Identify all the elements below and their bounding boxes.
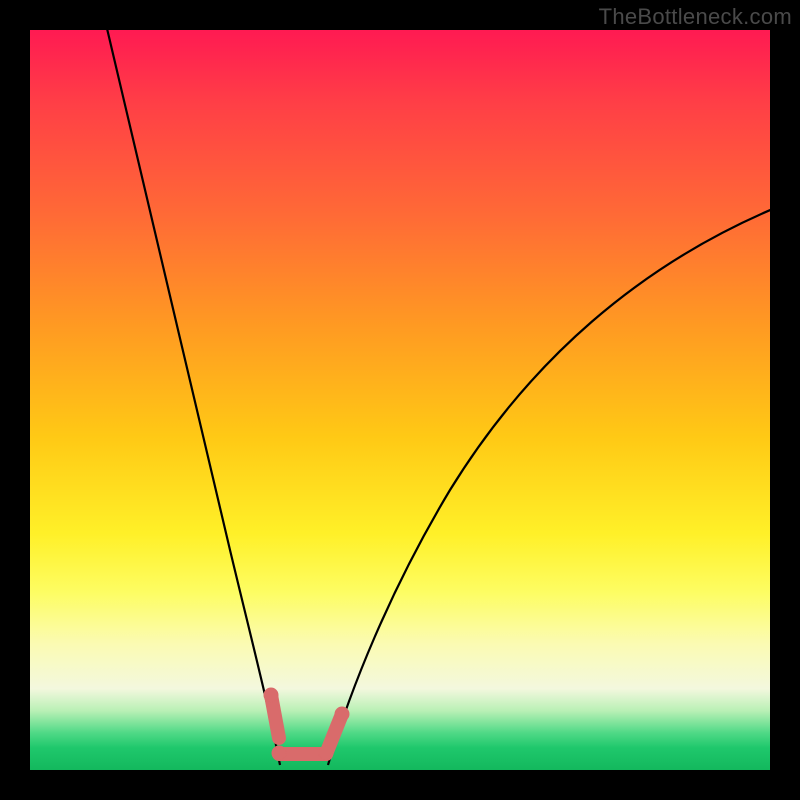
curve-right-branch <box>328 208 770 765</box>
chart-stage: TheBottleneck.com <box>0 0 800 800</box>
plot-area <box>30 30 770 770</box>
curve-left-branch <box>105 30 280 765</box>
minimum-marker <box>264 688 349 760</box>
bottleneck-curve-svg <box>30 30 770 770</box>
watermark-text: TheBottleneck.com <box>599 4 792 30</box>
